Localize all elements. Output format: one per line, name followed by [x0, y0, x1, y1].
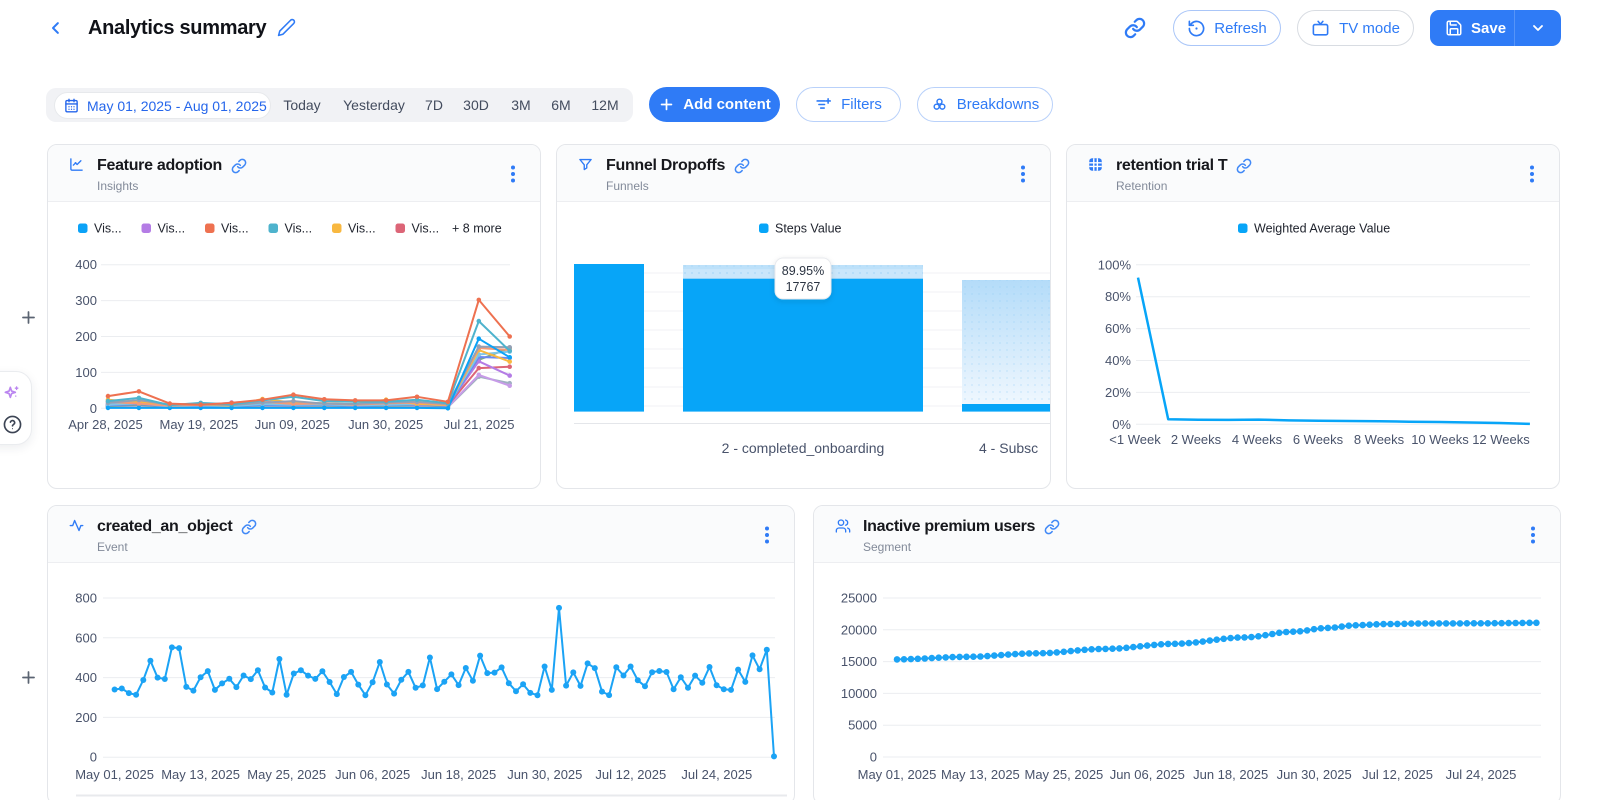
svg-text:20%: 20% — [1105, 385, 1131, 400]
svg-text:4 Weeks: 4 Weeks — [1232, 432, 1283, 447]
svg-text:2 - completed_onboarding: 2 - completed_onboarding — [722, 440, 885, 456]
svg-text:15000: 15000 — [841, 654, 877, 669]
svg-text:12 Weeks: 12 Weeks — [1472, 432, 1530, 447]
svg-text:Jul 12, 2025: Jul 12, 2025 — [1362, 767, 1433, 782]
svg-text:40%: 40% — [1105, 353, 1131, 368]
svg-text:May 01, 2025: May 01, 2025 — [858, 767, 937, 782]
svg-text:May 01, 2025: May 01, 2025 — [75, 767, 154, 782]
svg-text:25000: 25000 — [841, 591, 877, 606]
svg-text:300: 300 — [75, 293, 97, 308]
svg-text:Vis...: Vis... — [348, 222, 376, 236]
svg-text:60%: 60% — [1105, 321, 1131, 336]
svg-text:Jul 24, 2025: Jul 24, 2025 — [1446, 767, 1517, 782]
svg-text:May 25, 2025: May 25, 2025 — [1025, 767, 1104, 782]
svg-text:Jun 30, 2025: Jun 30, 2025 — [1277, 767, 1352, 782]
svg-text:May 19, 2025: May 19, 2025 — [160, 417, 239, 432]
svg-text:Vis...: Vis... — [412, 222, 440, 236]
svg-text:100%: 100% — [1098, 257, 1132, 272]
svg-text:Weighted Average Value: Weighted Average Value — [1254, 222, 1390, 236]
svg-text:Jun 30, 2025: Jun 30, 2025 — [348, 417, 423, 432]
svg-text:80%: 80% — [1105, 289, 1131, 304]
svg-text:<1 Week: <1 Week — [1109, 432, 1161, 447]
svg-text:Vis...: Vis... — [158, 222, 186, 236]
svg-text:Steps Value: Steps Value — [775, 222, 842, 236]
svg-text:10000: 10000 — [841, 686, 877, 701]
svg-text:5000: 5000 — [848, 718, 877, 733]
svg-text:0%: 0% — [1112, 417, 1131, 432]
svg-text:2 Weeks: 2 Weeks — [1171, 432, 1222, 447]
svg-text:Jun 18, 2025: Jun 18, 2025 — [1193, 767, 1268, 782]
svg-text:8 Weeks: 8 Weeks — [1354, 432, 1405, 447]
svg-text:Jul 21, 2025: Jul 21, 2025 — [444, 417, 515, 432]
svg-text:4 - Subsc: 4 - Subsc — [979, 440, 1038, 456]
svg-text:17767: 17767 — [786, 280, 821, 294]
svg-text:Vis...: Vis... — [221, 222, 249, 236]
svg-text:0: 0 — [90, 750, 97, 765]
svg-text:Apr 28, 2025: Apr 28, 2025 — [68, 417, 142, 432]
svg-text:400: 400 — [75, 257, 97, 272]
svg-text:800: 800 — [75, 591, 97, 606]
svg-text:Vis...: Vis... — [285, 222, 313, 236]
svg-text:200: 200 — [75, 329, 97, 344]
svg-text:0: 0 — [90, 401, 97, 416]
svg-text:400: 400 — [75, 670, 97, 685]
svg-text:20000: 20000 — [841, 622, 877, 637]
svg-text:Jun 09, 2025: Jun 09, 2025 — [255, 417, 330, 432]
svg-text:200: 200 — [75, 710, 97, 725]
svg-text:Jun 30, 2025: Jun 30, 2025 — [507, 767, 582, 782]
svg-text:Jul 12, 2025: Jul 12, 2025 — [595, 767, 666, 782]
svg-text:May 13, 2025: May 13, 2025 — [161, 767, 240, 782]
svg-text:Jun 06, 2025: Jun 06, 2025 — [335, 767, 410, 782]
svg-text:Jul 24, 2025: Jul 24, 2025 — [681, 767, 752, 782]
svg-text:10 Weeks: 10 Weeks — [1411, 432, 1469, 447]
svg-text:Jun 18, 2025: Jun 18, 2025 — [421, 767, 496, 782]
svg-text:89.95%: 89.95% — [782, 264, 824, 278]
svg-text:May 25, 2025: May 25, 2025 — [247, 767, 326, 782]
svg-text:+ 8 more: + 8 more — [452, 222, 502, 236]
svg-text:100: 100 — [75, 365, 97, 380]
svg-text:600: 600 — [75, 630, 97, 645]
svg-text:0: 0 — [870, 750, 877, 765]
svg-text:6 Weeks: 6 Weeks — [1293, 432, 1344, 447]
svg-text:May 13, 2025: May 13, 2025 — [941, 767, 1020, 782]
svg-text:Jun 06, 2025: Jun 06, 2025 — [1110, 767, 1185, 782]
svg-text:Vis...: Vis... — [94, 222, 122, 236]
